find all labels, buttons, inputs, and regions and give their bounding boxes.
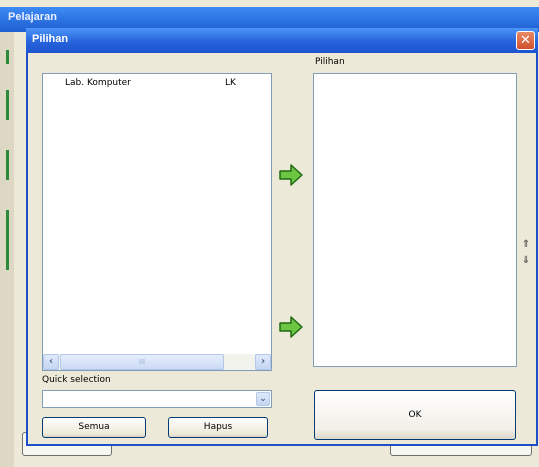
marker [6,50,9,64]
delete-button[interactable]: Hapus [168,417,268,438]
marker [6,150,9,180]
dialog-titlebar[interactable]: Pilihan ✕ [26,28,538,53]
horizontal-scrollbar[interactable]: ‹ III › [43,354,271,370]
chevron-left-icon: ‹ [48,356,54,367]
dialog-content: Lab. Komputer LK ‹ III › Pilihan ⇑ ⇓ Qui… [28,53,536,444]
quick-selection-label: Quick selection [42,375,111,385]
select-all-button-label: Semua [78,422,110,432]
marker [6,210,9,270]
marker [6,90,9,120]
background-window-title: Pelajaran [8,11,57,23]
add-selected-arrow-icon[interactable] [278,163,304,187]
add-all-arrow-icon[interactable] [278,315,304,339]
selected-list[interactable] [313,73,517,367]
move-down-button[interactable]: ⇓ [520,255,532,267]
ok-button-label: OK [408,410,422,420]
list-item-name: Lab. Komputer [65,78,131,88]
dialog-title: Pilihan [32,33,69,45]
select-all-button[interactable]: Semua [42,417,146,438]
list-item[interactable]: Lab. Komputer LK [43,74,271,92]
grip-icon: III [138,358,146,366]
move-up-button[interactable]: ⇑ [520,239,532,251]
delete-button-label: Hapus [203,422,233,432]
close-button[interactable]: ✕ [516,31,535,50]
quick-selection-dropdown-button[interactable]: ⌄ [256,392,270,406]
chevron-right-icon: › [260,356,266,367]
chevron-down-icon: ⌄ [259,394,267,404]
arrow-up-icon: ⇑ [521,239,531,250]
list-item-code: LK [225,78,236,88]
scroll-left-button[interactable]: ‹ [43,354,59,370]
scroll-right-button[interactable]: › [255,354,271,370]
close-icon: ✕ [520,33,531,48]
ok-button[interactable]: OK [314,390,516,440]
arrow-down-icon: ⇓ [521,255,531,266]
available-list[interactable]: Lab. Komputer LK ‹ III › [42,73,272,371]
pilihan-dialog: Pilihan ✕ Lab. Komputer LK ‹ III › Pilih… [26,28,538,446]
selected-list-label: Pilihan [315,57,345,67]
scrollbar-thumb[interactable]: III [60,354,224,370]
quick-selection-combo[interactable]: ⌄ [42,390,272,408]
